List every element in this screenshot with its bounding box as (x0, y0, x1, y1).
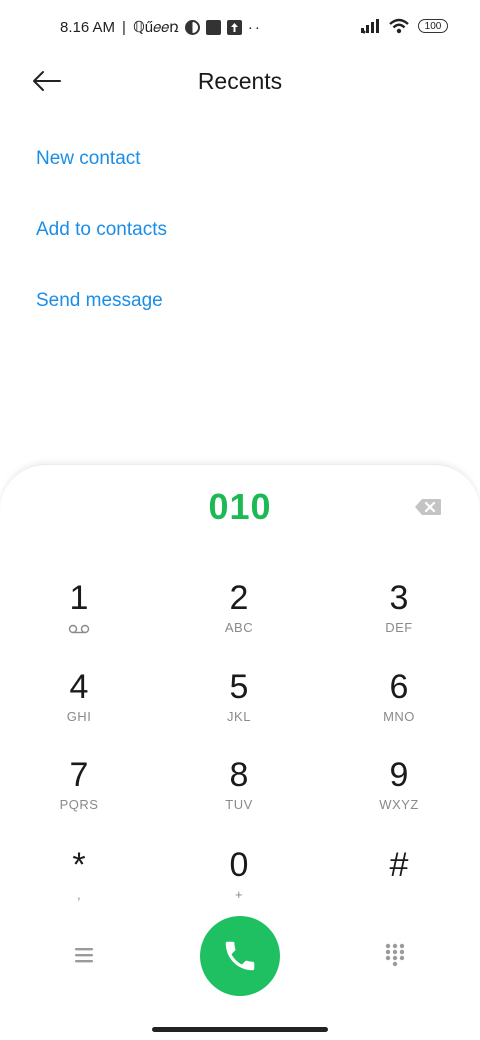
key-digit: # (389, 846, 409, 884)
key-4[interactable]: 4 GHI (19, 667, 139, 743)
more-notifications-icon: ·· (247, 18, 262, 36)
key-letters: MNO (383, 709, 415, 724)
call-button[interactable] (200, 916, 280, 996)
key-letters: , (76, 887, 82, 902)
dialpad-icon (385, 943, 405, 967)
key-letters: WXYZ (379, 797, 419, 812)
status-right: 100 (360, 18, 448, 34)
notification-square-icon (205, 19, 221, 35)
backspace-icon (415, 499, 441, 515)
key-digit: 4 (69, 668, 89, 706)
key-5[interactable]: 5 JKL (179, 667, 299, 743)
key-3[interactable]: 3 DEF (339, 578, 459, 654)
key-letters: JKL (227, 709, 251, 724)
phone-icon (225, 941, 255, 971)
key-letters: GHI (66, 709, 92, 724)
key-digit: 6 (389, 668, 409, 706)
status-app-text: ℚű𝑒𝑒ռ (132, 19, 179, 36)
key-digit: 7 (69, 756, 89, 794)
home-indicator[interactable] (152, 1027, 328, 1032)
key-letters: PQRS (59, 797, 99, 812)
voicemail-icon (68, 624, 90, 634)
send-message-link[interactable]: Send message (36, 290, 163, 312)
key-digit: 3 (389, 579, 409, 617)
dialpad-toggle-button[interactable] (384, 942, 406, 968)
battery-icon: 100 (418, 19, 448, 33)
key-8[interactable]: 8 TUV (179, 755, 299, 831)
key-0[interactable]: 0 + (179, 845, 299, 921)
status-time: 8.16 AM (60, 18, 116, 36)
key-letters: DEF (385, 620, 413, 635)
key-digit: 1 (69, 579, 89, 617)
notification-circle-icon (184, 19, 200, 35)
key-letters: ABC (224, 620, 254, 635)
key-7[interactable]: 7 PQRS (19, 755, 139, 831)
key-digit: 5 (229, 668, 249, 706)
key-letters: + (234, 887, 244, 902)
status-separator: | (122, 18, 126, 36)
key-hash[interactable]: # (339, 845, 459, 921)
page-title: Recents (197, 68, 283, 94)
key-digit: 9 (389, 756, 409, 794)
backspace-button[interactable] (414, 497, 442, 517)
key-digit: 2 (229, 579, 249, 617)
signal-icon (361, 19, 379, 34)
dialed-number: 010 (208, 486, 272, 527)
key-2[interactable]: 2 ABC (179, 578, 299, 654)
key-9[interactable]: 9 WXYZ (339, 755, 459, 831)
key-1[interactable]: 1 (19, 578, 139, 654)
wifi-icon (389, 18, 409, 34)
key-digit: 8 (229, 756, 249, 794)
menu-button[interactable] (72, 944, 98, 966)
new-contact-link[interactable]: New contact (36, 148, 141, 170)
upload-notification-icon (226, 19, 242, 35)
key-6[interactable]: 6 MNO (339, 667, 459, 743)
key-letters: TUV (225, 797, 253, 812)
status-bar: 8.16 AM | ℚű𝑒𝑒ռ ·· 100 (0, 0, 480, 56)
menu-icon (75, 948, 93, 963)
header: Recents (0, 56, 480, 108)
key-digit: * (72, 846, 86, 884)
key-star[interactable]: * , (19, 845, 139, 921)
add-to-contacts-link[interactable]: Add to contacts (36, 219, 167, 241)
status-left: 8.16 AM | ℚű𝑒𝑒ռ ·· (60, 18, 262, 37)
key-digit: 0 (229, 846, 249, 884)
